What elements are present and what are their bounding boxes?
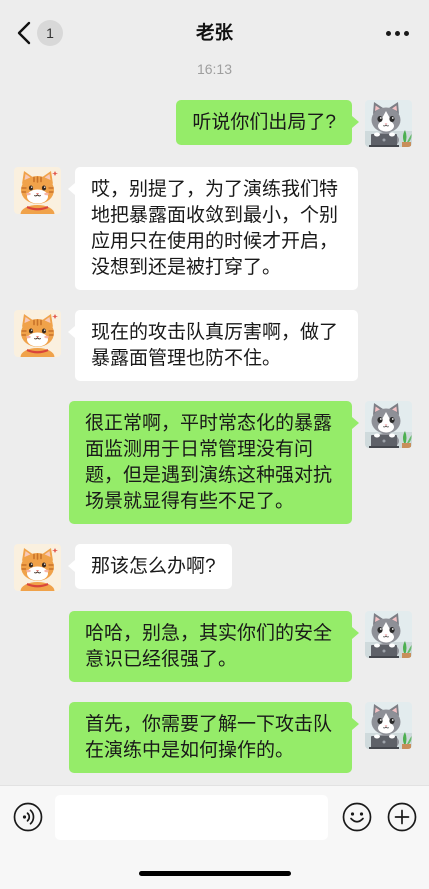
message-text: 哎，别提了，为了演练我们特地把暴露面收敛到最小，个别应用只在使用的时候才开启，没… (91, 178, 339, 278)
emoji-button[interactable] (342, 802, 372, 832)
gray-cat-icon (365, 611, 412, 658)
voice-button[interactable] (13, 802, 43, 832)
more-button[interactable] (380, 24, 414, 42)
message-bubble[interactable]: 很正常啊，平时常态化的暴露面监测用于日常管理没有问题，但是遇到演练这种强对抗场景… (69, 401, 359, 524)
message-row-outgoing: 听说你们出局了? (0, 100, 429, 147)
message-bubble[interactable]: 现在的攻击队真厉害啊，做了暴露面管理也防不住。 (68, 310, 358, 381)
message-bubble[interactable]: 哎，别提了，为了演练我们特地把暴露面收敛到最小，个别应用只在使用的时候才开启，没… (68, 167, 358, 290)
unread-count-badge: 1 (37, 20, 63, 46)
message-list[interactable]: 听说你们出局了? 哎，别提了，为了演练我们特地把暴露面收敛到最小，个别应用只在使… (0, 100, 429, 793)
input-bar (0, 785, 429, 889)
more-dots-icon (394, 30, 400, 36)
gray-cat-icon (365, 100, 412, 147)
message-text: 那该怎么办啊? (91, 555, 216, 577)
orange-cat-icon (14, 544, 61, 591)
message-row-incoming: 哎，别提了，为了演练我们特地把暴露面收敛到最小，个别应用只在使用的时候才开启，没… (0, 167, 429, 290)
back-button[interactable]: 1 (12, 17, 68, 49)
message-text: 首先，你需要了解一下攻击队在演练中是如何操作的。 (85, 713, 333, 761)
my-avatar[interactable] (365, 611, 412, 658)
gray-cat-icon (365, 702, 412, 749)
contact-avatar[interactable] (14, 167, 61, 214)
message-bubble[interactable]: 那该怎么办啊? (68, 544, 232, 589)
my-avatar[interactable] (365, 100, 412, 147)
message-row-incoming: 现在的攻击队真厉害啊，做了暴露面管理也防不住。 (0, 310, 429, 381)
more-dots-icon (403, 30, 409, 36)
message-text: 哈哈，别急，其实你们的安全意识已经很强了。 (85, 622, 333, 670)
message-row-outgoing: 首先，你需要了解一下攻击队在演练中是如何操作的。 (0, 702, 429, 773)
message-input[interactable] (55, 795, 328, 840)
my-avatar[interactable] (365, 702, 412, 749)
plus-button[interactable] (387, 802, 417, 832)
message-text: 很正常啊，平时常态化的暴露面监测用于日常管理没有问题，但是遇到演练这种强对抗场景… (85, 412, 333, 512)
message-bubble[interactable]: 首先，你需要了解一下攻击队在演练中是如何操作的。 (69, 702, 359, 773)
contact-avatar[interactable] (14, 544, 61, 591)
more-dots-icon (385, 30, 391, 36)
orange-cat-icon (14, 310, 61, 357)
home-indicator[interactable] (139, 871, 291, 876)
emoji-icon (342, 802, 372, 832)
voice-icon (13, 802, 43, 832)
chevron-left-icon (17, 21, 31, 45)
message-bubble[interactable]: 听说你们出局了? (176, 100, 359, 145)
orange-cat-icon (14, 167, 61, 214)
message-text: 听说你们出局了? (192, 111, 336, 133)
chat-title: 老张 (195, 22, 233, 43)
contact-avatar[interactable] (14, 310, 61, 357)
message-timestamp: 16:13 (196, 61, 233, 77)
message-row-incoming: 那该怎么办啊? (0, 544, 429, 591)
chat-header: 1 老张 (0, 0, 429, 62)
message-bubble[interactable]: 哈哈，别急，其实你们的安全意识已经很强了。 (69, 611, 359, 682)
plus-icon (387, 802, 417, 832)
gray-cat-icon (365, 401, 412, 448)
my-avatar[interactable] (365, 401, 412, 448)
message-text: 现在的攻击队真厉害啊，做了暴露面管理也防不住。 (91, 321, 339, 369)
message-row-outgoing: 很正常啊，平时常态化的暴露面监测用于日常管理没有问题，但是遇到演练这种强对抗场景… (0, 401, 429, 524)
message-row-outgoing: 哈哈，别急，其实你们的安全意识已经很强了。 (0, 611, 429, 682)
